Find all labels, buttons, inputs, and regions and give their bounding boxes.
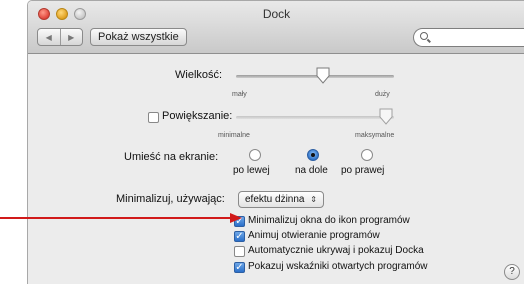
position-bottom-radio[interactable] [307, 149, 319, 161]
size-label: Wielkość: [175, 69, 223, 81]
minimize-effect-popup[interactable]: efektu dżinna ⇕ [238, 191, 324, 208]
autohide-dock-checkbox[interactable] [234, 246, 245, 257]
size-max-label: duży [375, 91, 390, 98]
magnification-slider-track[interactable] [236, 116, 394, 119]
popup-arrows-icon: ⇕ [310, 195, 317, 204]
autohide-dock-label: Automatycznie ukrywaj i pokazuj Docka [248, 245, 424, 256]
show-indicators-label: Pokazuj wskaźniki otwartych programów [248, 261, 428, 272]
window-title: Dock [262, 7, 291, 21]
magnification-min-label: minimalne [218, 132, 250, 139]
minimize-to-icon-label: Minimalizuj okna do ikon programów [248, 215, 410, 226]
help-button[interactable]: ? [504, 264, 520, 280]
title-bar: Dock ◀ ▶ Pokaż wszystkie [28, 1, 524, 54]
minimize-effect-value: efektu dżinna [245, 194, 305, 205]
position-left-label: po lewej [233, 165, 270, 176]
search-icon [420, 32, 428, 40]
forward-button[interactable]: ▶ [59, 29, 83, 45]
magnification-max-label: maksymalne [355, 132, 395, 139]
show-all-button[interactable]: Pokaż wszystkie [90, 28, 187, 46]
position-right-radio[interactable] [361, 149, 373, 161]
show-indicators-checkbox[interactable]: ✓ [234, 262, 245, 273]
minimize-effect-label: Minimalizuj, używając: [116, 193, 225, 205]
red-arrow-annotation [0, 213, 242, 223]
search-field[interactable] [413, 28, 524, 47]
animate-opening-checkbox[interactable]: ✓ [234, 231, 245, 242]
navigation-buttons: ◀ ▶ [37, 28, 83, 46]
magnification-slider-thumb[interactable] [378, 108, 394, 126]
position-bottom-label: na dole [295, 165, 328, 176]
size-slider-thumb[interactable] [315, 67, 331, 85]
dock-preferences-window: Dock ◀ ▶ Pokaż wszystkie Wielkość: mały … [27, 0, 524, 284]
magnification-label: Powiększanie: [162, 110, 233, 122]
animate-opening-label: Animuj otwieranie programów [248, 230, 380, 241]
search-input[interactable] [434, 30, 518, 46]
magnification-checkbox[interactable] [148, 112, 159, 123]
position-right-label: po prawej [341, 165, 385, 176]
back-button[interactable]: ◀ [38, 29, 60, 45]
position-label: Umieść na ekranie: [124, 151, 219, 163]
size-min-label: mały [232, 91, 247, 98]
position-left-radio[interactable] [249, 149, 261, 161]
